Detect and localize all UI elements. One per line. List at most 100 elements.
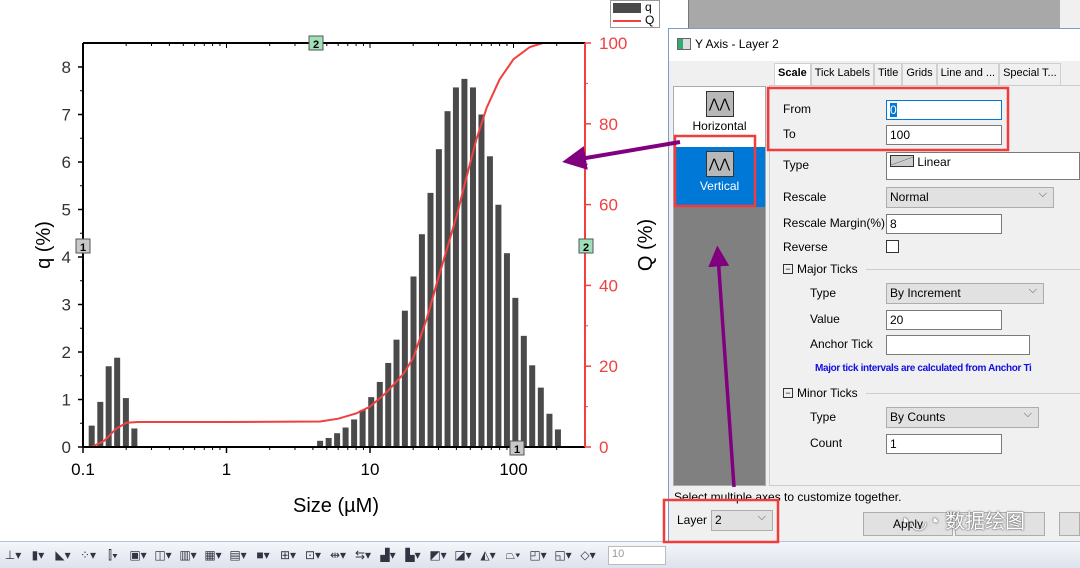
minor-ticks-header: Minor Ticks [797, 386, 858, 400]
major-type-label: Type [810, 286, 837, 300]
candlestick-icon[interactable]: ⫿▾ [102, 548, 124, 563]
horizontal-axis-icon: ⋀⋀ [705, 91, 734, 117]
major-type-dropdown[interactable]: By Increment [886, 283, 1044, 304]
left-y-tick-label: 6 [62, 153, 71, 172]
x-tick-label: 10 [361, 460, 380, 479]
from-input[interactable]: 0 [886, 100, 1002, 120]
back-icon[interactable]: ▙▾ [402, 548, 424, 562]
left-y-tick-label: 7 [62, 106, 71, 125]
count-input[interactable]: 1 [886, 434, 1002, 454]
legend-swatch-Q [613, 20, 641, 22]
tab-line-and-ticks[interactable]: Line and ... [936, 63, 1000, 85]
major-value-label: Value [810, 312, 840, 326]
left-y-tick-label: 2 [62, 343, 71, 362]
bar [401, 310, 408, 447]
major-ticks-header: Major Ticks [797, 262, 858, 276]
left-y-tick-label: 4 [62, 248, 71, 267]
forward-icon[interactable]: ◩▾ [427, 548, 449, 562]
3d-surface-icon[interactable]: ◫▾ [152, 548, 174, 562]
bar [385, 362, 392, 447]
to-input[interactable]: 100 [886, 125, 1002, 145]
bar-icon[interactable]: ▮▾ [27, 548, 49, 562]
linear-scale-icon [890, 155, 914, 167]
3d-wall-icon[interactable]: ▥▾ [177, 548, 199, 562]
bar [486, 156, 493, 448]
tab-bar: Scale Tick Labels Title Grids Line and .… [774, 63, 1061, 85]
layer-label: Layer [677, 513, 708, 527]
right-y-tick-label: 100 [599, 34, 627, 53]
tab-scale[interactable]: Scale [774, 63, 811, 85]
axis-item-label: Vertical [699, 179, 740, 193]
minor-ticks-group[interactable]: − Minor Ticks [783, 386, 858, 400]
bar [529, 365, 536, 447]
tab-tick-labels[interactable]: Tick Labels [810, 63, 874, 85]
front-icon[interactable]: ▟▾ [377, 548, 399, 562]
left-y-tick-label: 1 [62, 391, 71, 410]
bar [520, 335, 527, 447]
collapse-icon: − [783, 264, 793, 274]
scatter-icon[interactable]: ⁘▾ [77, 548, 99, 562]
layer-marker-label: 2 [313, 39, 319, 51]
rotate-icon[interactable]: ◱▾ [552, 548, 574, 562]
table-icon[interactable]: ▤▾ [227, 548, 249, 562]
rescale-margin-input[interactable]: 8 [886, 214, 1002, 234]
bar [503, 253, 510, 447]
backward-icon[interactable]: ◪▾ [452, 548, 474, 562]
bar [546, 413, 553, 447]
fit-icon[interactable]: ◰▾ [527, 548, 549, 562]
3d-bar-icon[interactable]: ▣▾ [127, 548, 149, 562]
area-icon[interactable]: ◣▾ [52, 548, 74, 562]
axis-selector: ⋀⋀ Horizontal ⋀⋀ Vertical [673, 86, 766, 486]
layer-marker-label: 2 [583, 242, 589, 254]
zoom-icon[interactable]: ⊞▾ [277, 548, 299, 562]
right-y-tick-label: 20 [599, 357, 618, 376]
major-value-input[interactable]: 20 [886, 310, 1002, 330]
particle-size-chart: 0.1 1 10 100012345678020406080100Size (µM)q… [33, 34, 657, 517]
collapse-icon: − [783, 388, 793, 398]
anchor-tick-input[interactable] [886, 335, 1030, 355]
major-ticks-group[interactable]: − Major Ticks [783, 262, 858, 276]
tab-special-ticks[interactable]: Special T... [999, 63, 1061, 85]
group-icon[interactable]: ⊡▾ [302, 548, 324, 562]
bar [461, 78, 468, 447]
watermark: ◔◡◔ 数据绘图 [898, 505, 1025, 534]
dialog-title-bar[interactable]: Y Axis - Layer 2 [669, 29, 1080, 61]
wechat-icon: ◔◡◔ [898, 511, 946, 533]
axis-item-vertical[interactable]: ⋀⋀ Vertical [674, 147, 765, 207]
from-label: From [783, 102, 811, 116]
layer-icon[interactable]: ◇▾ [577, 548, 599, 562]
axis-icon[interactable]: ⊥▾ [2, 548, 24, 562]
right-y-axis-title: Q (%) [635, 219, 657, 271]
rescale-dropdown[interactable]: Normal [886, 187, 1054, 208]
divider [866, 269, 1080, 270]
scale-type-selector[interactable]: Linear [886, 152, 1080, 180]
distribute-icon[interactable]: ⇆▾ [352, 548, 374, 562]
chart-legend[interactable]: q Q [610, 0, 660, 28]
layer-dropdown[interactable]: 2 [711, 510, 773, 531]
axis-item-horizontal[interactable]: ⋀⋀ Horizontal [674, 87, 765, 147]
reverse-checkbox[interactable] [886, 240, 899, 253]
minor-type-dropdown[interactable]: By Counts [886, 407, 1039, 428]
align-icon[interactable]: ⇹▾ [327, 548, 349, 562]
anchor-tick-label: Anchor Tick [810, 337, 873, 351]
bar [427, 192, 434, 447]
perspective-icon[interactable]: ⏢▾ [502, 548, 524, 563]
to-label: To [783, 127, 796, 141]
watermark-text: 数据绘图 [945, 511, 1026, 533]
bar [444, 111, 451, 448]
layer-marker-label: 1 [514, 444, 520, 456]
tab-grids[interactable]: Grids [902, 63, 937, 85]
bar [342, 427, 349, 447]
right-y-tick-label: 60 [599, 196, 618, 215]
tab-title[interactable]: Title [873, 63, 903, 85]
cancel-button[interactable] [1059, 512, 1080, 536]
left-y-tick-label: 3 [62, 296, 71, 315]
flip-icon[interactable]: ◭▾ [477, 548, 499, 562]
right-y-tick-label: 40 [599, 276, 618, 295]
bottom-toolbar: ⊥▾ ▮▾ ◣▾ ⁘▾ ⫿▾ ▣▾ ◫▾ ▥▾ ▦▾ ▤▾ ■▾ ⊞▾ ⊡▾ ⇹▾ ⇆▾ ▟▾ ▙▾ ◩▾ ◪▾ ◭▾… [0, 541, 1080, 568]
grid-icon[interactable]: ▦▾ [202, 548, 224, 562]
bar [435, 149, 442, 448]
font-size-dropdown[interactable]: 10 [608, 545, 666, 565]
box-icon[interactable]: ■▾ [252, 548, 274, 562]
rescale-margin-label: Rescale Margin(%) [783, 216, 886, 230]
